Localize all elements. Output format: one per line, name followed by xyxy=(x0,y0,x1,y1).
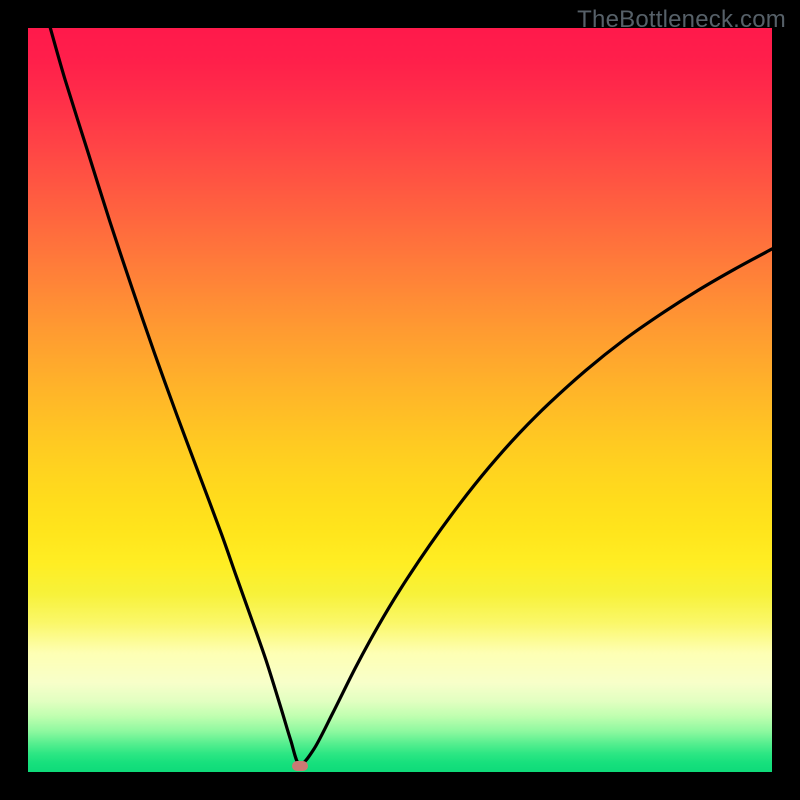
outer-frame: TheBottleneck.com xyxy=(0,0,800,800)
optimum-marker xyxy=(292,761,308,771)
plot-area xyxy=(28,28,772,772)
watermark-text: TheBottleneck.com xyxy=(577,6,786,34)
bottleneck-curve xyxy=(28,28,772,772)
curve-path xyxy=(50,28,772,765)
